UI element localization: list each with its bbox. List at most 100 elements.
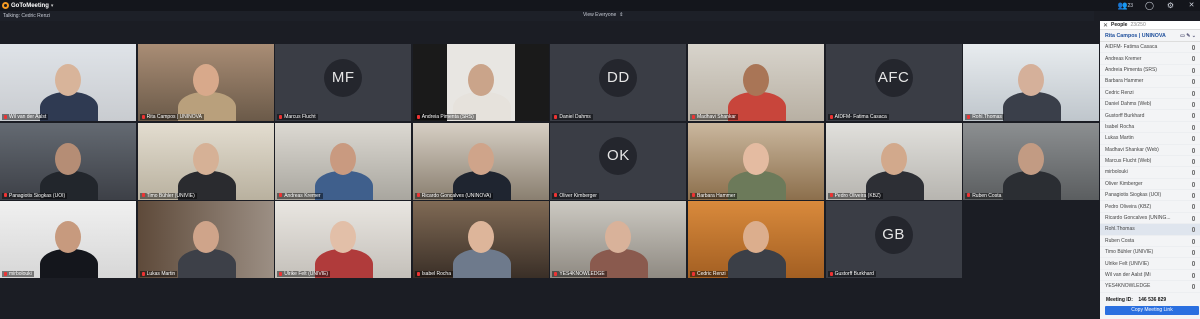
mic-muted-icon xyxy=(692,193,695,198)
participant-list-item[interactable]: Ruben Costa xyxy=(1100,236,1200,248)
settings-icon[interactable]: ⚙ xyxy=(1166,1,1175,10)
video-feed xyxy=(550,201,687,279)
microphone-icon xyxy=(1192,136,1195,142)
participant-name-label: AIDFM- Fatima Casaca xyxy=(827,114,889,120)
participant-list-item[interactable]: Ricardo Goncalves (UNING... xyxy=(1100,213,1200,225)
top-toolbar: 👥 23 ◯ ⚙ ✕ xyxy=(1117,1,1196,10)
video-tile[interactable]: Andreia Pimenta (SRS) xyxy=(412,44,549,121)
video-tile[interactable]: Madhavi Shankar xyxy=(688,44,824,121)
people-button[interactable]: 👥 23 xyxy=(1117,1,1133,10)
participant-list-name: Daniel Dahms (Web) xyxy=(1105,101,1152,108)
participant-list-item[interactable]: Isabel Rocha xyxy=(1100,122,1200,134)
participant-list-name: AIDFM- Fatima Casaca xyxy=(1105,44,1158,51)
mic-muted-icon xyxy=(829,114,833,119)
microphone-icon xyxy=(1192,170,1195,176)
people-panel-title: People xyxy=(1111,22,1128,28)
participant-list-item[interactable]: mirbolouki xyxy=(1100,167,1200,179)
microphone-icon xyxy=(1192,261,1195,267)
participant-list-name: Pedro Oliveira (KBZ) xyxy=(1105,203,1152,210)
video-tile[interactable]: Rita Campos | UNINOVA xyxy=(137,44,274,121)
participant-list-item[interactable]: Rohl.Thomas xyxy=(1100,224,1200,236)
video-tile[interactable]: Rohl.Thomas xyxy=(963,44,1100,121)
copy-meeting-link-button[interactable]: Copy Meeting Link xyxy=(1105,306,1199,315)
participant-list-item[interactable]: Madhavi Shankar (Web) xyxy=(1100,145,1200,156)
gotomeeting-logo-icon xyxy=(2,2,9,9)
self-controls-icon[interactable]: ▭ ✎ ⌄ xyxy=(1180,33,1196,39)
talking-indicator: Talking: Cedric Renzi xyxy=(3,13,50,19)
participant-list-item[interactable]: YES4KNOWLEDGE xyxy=(1100,281,1200,293)
participant-list-item[interactable]: Daniel Dahms (Web) xyxy=(1100,99,1200,111)
video-tile[interactable]: GB Gustorff Burkhard xyxy=(825,201,962,279)
participant-list-item[interactable]: Panagiotis Siogkas (UOI) xyxy=(1100,190,1200,202)
participant-list-name: Wil van der Aalst (Mi xyxy=(1105,272,1151,278)
video-tile[interactable]: Wil van der Aalst xyxy=(0,44,136,121)
participant-list-name: Marcus Flucht (Web) xyxy=(1105,158,1152,165)
participant-head xyxy=(1018,64,1045,96)
self-participant[interactable]: Rita Campos | UNINOVA ▭ ✎ ⌄ xyxy=(1100,30,1200,42)
mic-muted-icon xyxy=(4,193,7,198)
participant-list-item[interactable]: AIDFM- Fatima Casaca xyxy=(1100,42,1200,54)
video-feed xyxy=(137,201,274,279)
participant-name-label: Madhavi Shankar xyxy=(690,114,738,120)
view-mode-select[interactable]: View Everyone ⇕ xyxy=(583,12,623,18)
participant-name-label: Ricardo Goncalves (UNINOVA) xyxy=(414,192,494,199)
video-tile[interactable]: Ruben Costa xyxy=(963,122,1100,200)
participant-name: Rohl.Thomas xyxy=(972,114,1002,120)
video-tile[interactable]: Panagiotis Siogkas (UOI) xyxy=(0,122,136,200)
video-tile[interactable]: OK Oliver Kimberger xyxy=(550,122,687,200)
participant-list-item[interactable]: Pedro Oliveira (KBZ) xyxy=(1100,201,1200,213)
participant-body xyxy=(315,170,374,200)
video-feed xyxy=(275,122,412,200)
app-menu[interactable]: GoToMeeting ▾ xyxy=(0,2,53,9)
microphone-icon xyxy=(1192,90,1195,96)
video-feed xyxy=(412,201,549,279)
participant-head xyxy=(192,221,219,254)
participant-list-item[interactable]: Wil van der Aalst (Mi xyxy=(1100,270,1200,282)
video-tile[interactable]: DD Daniel Dahms xyxy=(550,44,687,121)
video-tile[interactable]: Ulrike Felt (UNIVIE) xyxy=(275,201,412,279)
close-icon[interactable]: ✕ xyxy=(1187,1,1196,10)
participant-list-item[interactable]: Gustorff Burkhard xyxy=(1100,110,1200,122)
participant-list-item[interactable]: Ulrike Felt (UNIVIE) xyxy=(1100,258,1200,270)
video-tile[interactable]: Pedro Oliveira (KBZ) xyxy=(825,122,962,200)
video-tile[interactable]: mirbolouki xyxy=(0,201,136,279)
participant-name: Timo Bühler (UNIVIE) xyxy=(146,192,195,199)
participant-list-item[interactable]: Timo Bühler (UNIVIE) xyxy=(1100,247,1200,259)
participant-list-item[interactable]: Andreas Kremer xyxy=(1100,53,1200,65)
video-tile[interactable]: Isabel Rocha xyxy=(412,201,549,279)
mic-muted-icon xyxy=(4,114,7,119)
participant-head xyxy=(55,142,81,175)
video-tile[interactable]: Barbara Hammer xyxy=(688,122,824,200)
participant-list-name: Ruben Costa xyxy=(1105,237,1135,244)
participant-list-name: mirbolouki xyxy=(1105,169,1128,176)
participant-head xyxy=(330,142,357,175)
participant-head xyxy=(880,142,907,175)
participant-list-item[interactable]: Marcus Flucht (Web) xyxy=(1100,156,1200,168)
video-tile[interactable]: Cedric Renzi xyxy=(688,201,824,279)
mic-muted-icon xyxy=(416,271,420,276)
close-panel-icon[interactable]: ✕ xyxy=(1103,22,1108,29)
participant-list-item[interactable]: Oliver Kimberger xyxy=(1100,179,1200,191)
chat-icon[interactable]: ◯ xyxy=(1145,1,1154,10)
participant-list-name: Madhavi Shankar (Web) xyxy=(1105,146,1159,153)
sort-icon: ⇕ xyxy=(619,12,624,18)
video-tile[interactable]: Lukas Martin xyxy=(137,201,274,279)
participant-list-item[interactable]: Andreia Pimenta (SRS) xyxy=(1100,65,1200,77)
mic-muted-icon xyxy=(416,114,420,119)
video-tile[interactable]: MF Marcus Flucht xyxy=(275,44,412,121)
video-tile[interactable]: Timo Bühler (UNIVIE) xyxy=(137,122,274,200)
participant-list-item[interactable]: Lukas Martin xyxy=(1100,133,1200,145)
participant-list-item[interactable]: Barbara Hammer xyxy=(1100,76,1200,88)
video-tile[interactable]: AFC AIDFM- Fatima Casaca xyxy=(825,44,962,121)
mic-muted-icon xyxy=(554,114,558,119)
participant-name: Lukas Martin xyxy=(146,271,176,278)
video-tile[interactable]: YES4KNOWLEDGE xyxy=(550,201,687,279)
participant-name: Barbara Hammer xyxy=(697,192,736,199)
participant-name: Andreia Pimenta (SRS) xyxy=(421,114,474,120)
participant-name-label: Wil van der Aalst xyxy=(2,114,49,120)
participant-body xyxy=(177,249,236,279)
participant-list-item[interactable]: Cedric Renzi xyxy=(1100,88,1200,99)
video-tile[interactable]: Andreas Kremer xyxy=(275,122,412,200)
participant-name: AIDFM- Fatima Casaca xyxy=(834,114,887,120)
video-tile[interactable]: Ricardo Goncalves (UNINOVA) xyxy=(412,122,549,200)
